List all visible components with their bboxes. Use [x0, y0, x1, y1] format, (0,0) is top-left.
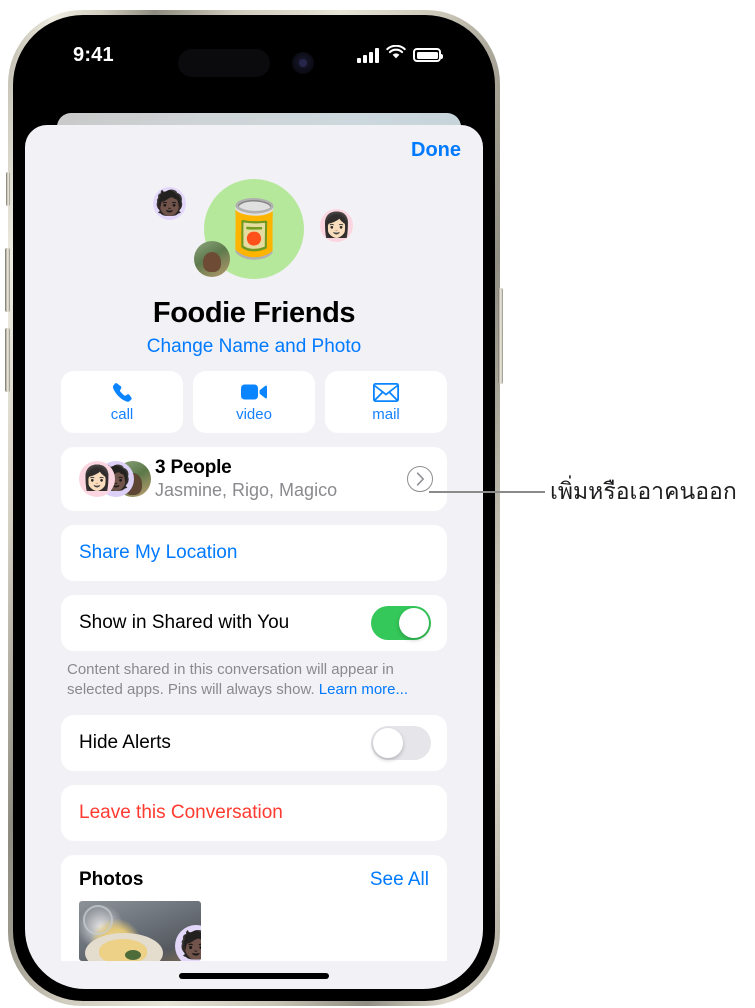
group-avatar-cluster[interactable]: 🧑🏿 🥫 👩🏻	[139, 179, 369, 291]
people-card: 🧑🏿 👩🏻 3 People Jasmine, Rigo, Magico	[61, 447, 447, 511]
photos-see-all-link[interactable]: See All	[370, 869, 429, 891]
learn-more-link[interactable]: Learn more...	[319, 681, 408, 698]
member-avatar-stack: 🧑🏿 👩🏻	[79, 459, 153, 499]
photos-title: Photos	[79, 868, 144, 890]
leave-this-conversation-row[interactable]: Leave this Conversation	[61, 785, 447, 841]
change-name-and-photo-link[interactable]: Change Name and Photo	[25, 336, 483, 358]
hide-alerts-toggle[interactable]	[371, 725, 431, 760]
member-avatar-2: 👩🏻	[320, 209, 353, 242]
status-bar-time: 9:41	[73, 44, 114, 66]
member-avatar-1: 🧑🏿	[153, 187, 186, 220]
iphone-device-frame: 9:41 Done 🧑🏿 🥫 👩🏻 Foodie Friends Change …	[5, 10, 503, 1006]
silent-switch-button[interactable]	[6, 172, 10, 206]
callout-label-add-remove-people: เพิ่มหรือเอาคนออก	[550, 479, 737, 505]
photo-thumbnail[interactable]: 🧑🏿	[79, 900, 201, 961]
people-count-label: 3 People	[155, 457, 232, 478]
device-screen: 9:41 Done 🧑🏿 🥫 👩🏻 Foodie Friends Change …	[25, 27, 483, 989]
shared-with-you-card: Show in Shared with You	[61, 595, 447, 651]
hide-alerts-label: Hide Alerts	[79, 731, 171, 753]
people-row[interactable]: 🧑🏿 👩🏻 3 People Jasmine, Rigo, Magico	[61, 447, 447, 511]
herb-shape	[125, 949, 141, 960]
quick-actions-row: call video mail	[25, 371, 483, 433]
home-indicator[interactable]	[179, 973, 329, 979]
mail-button-label: mail	[372, 406, 400, 423]
share-my-location-row[interactable]: Share My Location	[61, 525, 447, 581]
battery-icon	[413, 48, 443, 62]
chevron-right-icon[interactable]	[407, 466, 433, 492]
envelope-icon	[373, 381, 399, 403]
photos-grid: 🧑🏿	[79, 900, 429, 961]
hide-alerts-card: Hide Alerts	[61, 714, 447, 771]
screenshot-root: 9:41 Done 🧑🏿 🥫 👩🏻 Foodie Friends Change …	[0, 0, 755, 1008]
callout-leader-line	[429, 491, 545, 493]
photo-reaction-avatar: 🧑🏿	[175, 924, 201, 961]
group-title: Foodie Friends	[152, 297, 356, 329]
signal-bars-icon	[357, 47, 379, 63]
shared-with-you-footnote: Content shared in this conversation will…	[67, 660, 441, 701]
stack-avatar-1: 👩🏻	[79, 461, 115, 497]
photos-header: Photos See All	[79, 869, 429, 891]
dynamic-island	[178, 49, 270, 77]
device-bezel: 9:41 Done 🧑🏿 🥫 👩🏻 Foodie Friends Change …	[13, 15, 495, 1001]
share-location-card: Share My Location	[61, 525, 447, 581]
wifi-icon	[386, 44, 406, 65]
people-names-label: Jasmine, Rigo, Magico	[155, 480, 338, 500]
video-button[interactable]: video	[193, 371, 315, 433]
group-header: 🧑🏿 🥫 👩🏻 Foodie Friends Change Name and P…	[25, 179, 483, 361]
show-in-shared-with-you-label: Show in Shared with You	[79, 612, 290, 633]
hide-alerts-row[interactable]: Hide Alerts	[61, 715, 447, 771]
front-camera-icon	[292, 52, 314, 74]
call-button-label: call	[110, 406, 134, 423]
power-button[interactable]	[498, 288, 503, 384]
sheet-header: Done	[25, 125, 483, 179]
video-button-label: video	[236, 406, 272, 423]
done-button[interactable]: Done	[411, 139, 461, 162]
phone-icon	[111, 381, 133, 403]
wine-glass-shape	[83, 904, 113, 935]
photos-card: Photos See All 🧑🏿	[61, 854, 447, 961]
leave-conversation-card: Leave this Conversation	[61, 784, 447, 841]
status-bar-indicators	[357, 44, 443, 65]
volume-down-button[interactable]	[5, 328, 10, 392]
video-camera-icon	[241, 381, 267, 403]
show-in-shared-with-you-toggle[interactable]	[371, 606, 431, 640]
status-bar: 9:41	[25, 27, 483, 87]
group-details-sheet: Done 🧑🏿 🥫 👩🏻 Foodie Friends Change Name …	[25, 125, 483, 989]
call-button[interactable]: call	[61, 371, 183, 433]
volume-up-button[interactable]	[5, 248, 10, 312]
people-text-block: 3 People Jasmine, Rigo, Magico	[155, 457, 337, 501]
toggle-knob	[399, 608, 429, 638]
show-in-shared-with-you-row[interactable]: Show in Shared with You	[61, 595, 447, 651]
toggle-knob	[373, 727, 403, 758]
mail-button[interactable]: mail	[325, 371, 447, 433]
member-avatar-3	[194, 241, 230, 277]
